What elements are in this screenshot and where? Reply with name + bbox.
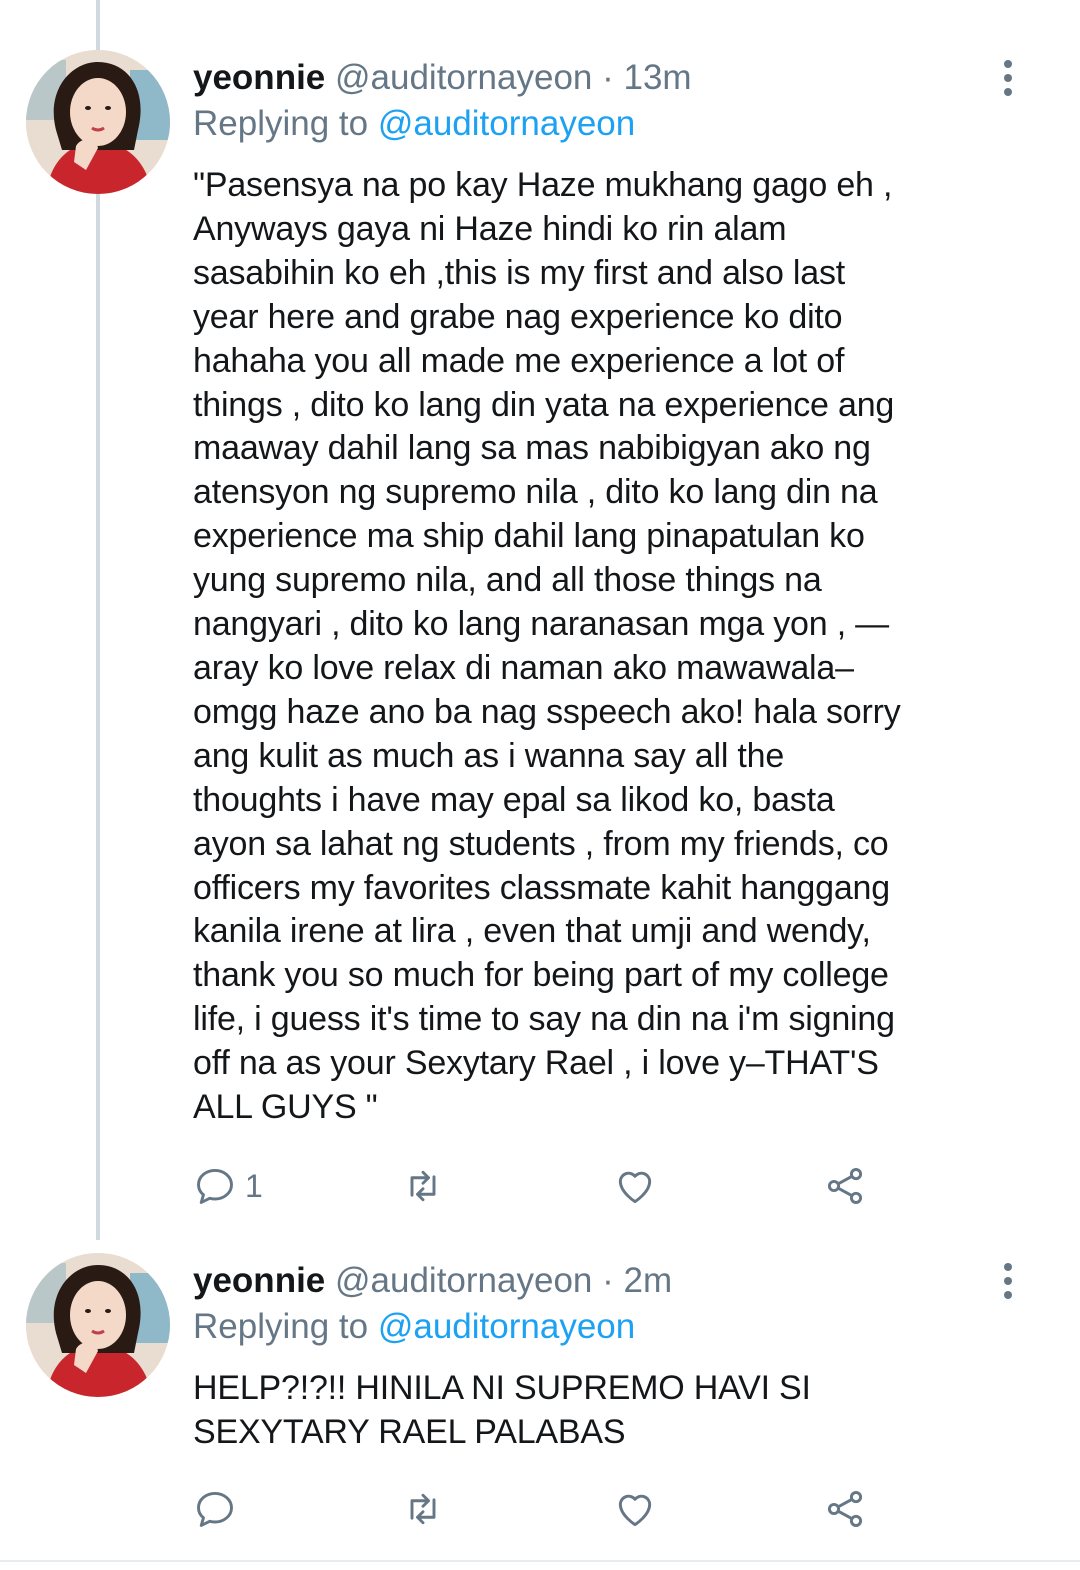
replying-to-mention[interactable]: @auditornayeon xyxy=(378,104,635,143)
action-bar xyxy=(193,1485,893,1533)
more-options-button[interactable] xyxy=(998,58,1018,98)
handle[interactable]: @auditornayeon xyxy=(335,1261,592,1300)
share-button[interactable] xyxy=(823,1162,867,1210)
tweet-header: yeonnie @auditornayeon · 13m xyxy=(193,55,1000,101)
display-name[interactable]: yeonnie xyxy=(193,1261,325,1300)
more-options-button[interactable] xyxy=(998,1261,1018,1301)
replying-to: Replying to @auditornayeon xyxy=(193,1304,635,1350)
share-button[interactable] xyxy=(823,1485,867,1533)
separator: · xyxy=(602,1261,614,1300)
replying-to-prefix: Replying to xyxy=(193,1307,369,1346)
share-icon xyxy=(827,1491,863,1527)
handle[interactable]: @auditornayeon xyxy=(335,58,592,97)
tweet-header: yeonnie @auditornayeon · 2m xyxy=(193,1258,1000,1304)
replying-to: Replying to @auditornayeon xyxy=(193,101,635,147)
tweet-text: "Pasensya na po kay Haze mukhang gago eh… xyxy=(193,166,901,1127)
avatar[interactable] xyxy=(26,1253,170,1397)
heart-icon xyxy=(618,1494,652,1527)
avatar-image xyxy=(26,50,170,194)
timestamp[interactable]: 2m xyxy=(624,1261,673,1300)
reply-icon xyxy=(197,1168,233,1204)
display-name[interactable]: yeonnie xyxy=(193,58,325,97)
like-button[interactable] xyxy=(613,1485,657,1533)
avatar[interactable] xyxy=(26,50,170,194)
like-button[interactable] xyxy=(613,1162,657,1210)
divider xyxy=(0,1560,1080,1562)
retweet-button[interactable] xyxy=(401,1485,445,1533)
separator: · xyxy=(602,58,614,97)
avatar-image xyxy=(26,1253,170,1397)
retweet-button[interactable] xyxy=(401,1162,445,1210)
reply-button[interactable]: 1 xyxy=(193,1162,263,1210)
tweet-text: HELP?!?!! HINILA NI SUPREMO HAVI SI SEXY… xyxy=(193,1369,811,1451)
retweet-icon xyxy=(410,1493,436,1525)
action-bar: 1 xyxy=(193,1162,893,1210)
reply-count: 1 xyxy=(245,1167,263,1204)
heart-icon xyxy=(618,1171,652,1204)
replying-to-mention[interactable]: @auditornayeon xyxy=(378,1307,635,1346)
share-icon xyxy=(827,1168,863,1204)
reply-icon xyxy=(197,1491,233,1527)
retweet-icon xyxy=(410,1170,436,1202)
replying-to-prefix: Replying to xyxy=(193,104,369,143)
reply-button[interactable] xyxy=(193,1485,245,1533)
timestamp[interactable]: 13m xyxy=(624,58,692,97)
